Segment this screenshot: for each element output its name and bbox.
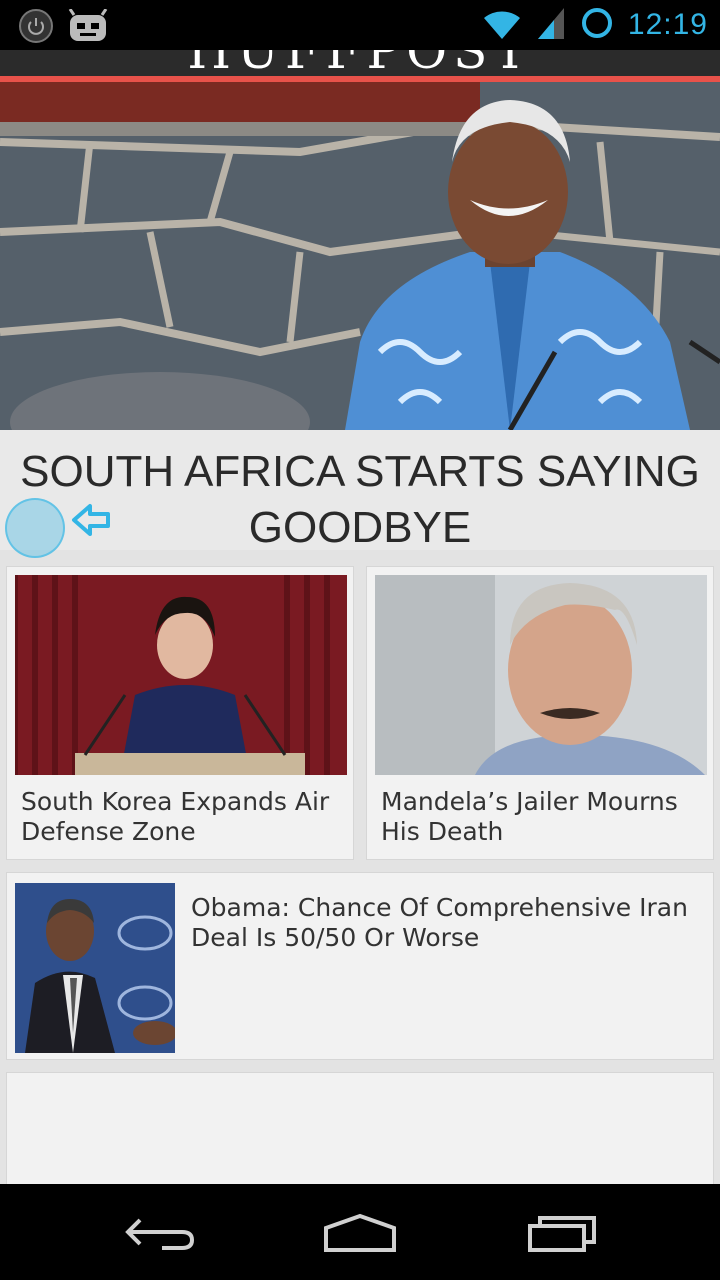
android-debug-icon — [68, 8, 108, 47]
status-bar: 12:19 — [0, 0, 720, 50]
story-card[interactable]: Obama: Chance Of Comprehensive Iran Deal… — [6, 872, 714, 1060]
power-notification-icon — [18, 8, 54, 48]
featured-headline[interactable]: SOUTH AFRICA STARTS SAYING GOODBYE — [20, 444, 700, 556]
story-thumbnail[interactable] — [375, 575, 707, 775]
cell-signal-icon — [536, 6, 566, 44]
sync-ring-icon — [580, 6, 614, 44]
home-icon[interactable] — [322, 1212, 398, 1258]
story-thumbnail[interactable] — [15, 883, 175, 1053]
masthead-logo: HUFFPOST — [0, 50, 720, 76]
story-title[interactable]: Obama: Chance Of Comprehensive Iran Deal… — [191, 893, 699, 953]
app-header: HUFFPOST — [0, 50, 720, 76]
story-card[interactable]: South Korea Expands Air Defense Zone — [6, 566, 354, 860]
story-thumbnail[interactable] — [15, 575, 347, 775]
story-card[interactable]: Mandela’s Jailer Mourns His Death — [366, 566, 714, 860]
navigation-bar — [0, 1184, 720, 1280]
story-title[interactable]: Mandela’s Jailer Mourns His Death — [381, 787, 703, 847]
wifi-icon — [482, 6, 522, 44]
news-feed[interactable]: SOUTH AFRICA STARTS SAYING GOODBYE South… — [0, 82, 720, 1184]
clock: 12:19 — [627, 8, 708, 41]
story-title[interactable]: South Korea Expands Air Defense Zone — [21, 787, 343, 847]
recents-icon[interactable] — [524, 1212, 600, 1256]
arrow-left-icon[interactable] — [70, 502, 112, 542]
featured-image[interactable] — [0, 82, 720, 430]
touch-indicator — [5, 498, 65, 558]
story-card[interactable] — [6, 1072, 714, 1184]
back-icon[interactable] — [122, 1212, 198, 1256]
